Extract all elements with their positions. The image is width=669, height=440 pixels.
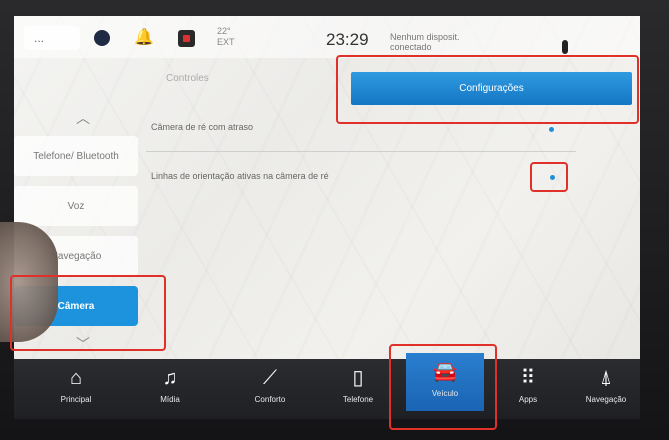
toggle-rear-camera-delay[interactable] — [549, 127, 554, 132]
onstar-icon[interactable] — [92, 28, 112, 48]
nav-apps[interactable]: ⠿ Apps — [498, 359, 558, 419]
nav-telefone[interactable]: ▯ Telefone — [328, 359, 388, 419]
nav-principal[interactable]: ⌂ Principal — [46, 359, 106, 419]
nav-label: Principal — [60, 395, 92, 404]
sidebar-item-label: Telefone/ Bluetooth — [33, 150, 119, 162]
home-icon: ⌂ — [69, 367, 83, 389]
tab-controles[interactable]: Controles — [166, 73, 209, 84]
nav-label: Mídia — [160, 395, 180, 404]
navigation-icon: ⍋ — [600, 367, 612, 389]
nav-label: Apps — [518, 395, 538, 404]
highlight-guidelines-toggle — [530, 162, 568, 192]
apps-grid-icon: ⠿ — [520, 367, 536, 389]
setting-guidelines[interactable]: Linhas de orientação ativas na câmera de… — [151, 171, 329, 181]
sidebar-item-label: Voz — [67, 200, 85, 212]
nav-midia[interactable]: ♫ Mídia — [140, 359, 200, 419]
bottom-nav: ⌂ Principal ♫ Mídia ⟋ Conforto ▯ Telefon… — [14, 353, 640, 419]
chevron-up-icon[interactable]: ︿ — [76, 108, 90, 128]
sidebar-item-label: Navegação — [50, 250, 102, 262]
highlight-settings — [336, 55, 639, 124]
bell-icon[interactable]: 🔔 — [134, 28, 154, 48]
clock: 23:29 — [326, 30, 369, 49]
temperature-unit: EXT — [217, 37, 235, 47]
status-bar: ... 🔔 22° EXT 23:29 Nenhum disposit. con… — [14, 16, 640, 58]
app-icon[interactable] — [176, 28, 196, 48]
nav-navegacao[interactable]: ⍋ Navegação — [574, 359, 638, 419]
back-button[interactable]: ... — [24, 26, 80, 50]
connected-device: Nenhum disposit. conectado — [390, 32, 460, 52]
nav-label: Navegação — [585, 395, 627, 404]
nav-label: Conforto — [254, 395, 286, 404]
music-note-icon: ♫ — [162, 367, 178, 389]
nav-label: Telefone — [342, 395, 374, 404]
phone-icon: ▯ — [352, 367, 364, 389]
microphone-icon[interactable] — [562, 40, 568, 54]
highlight-veiculo — [389, 344, 497, 430]
sidebar-item-telefone[interactable]: Telefone/ Bluetooth — [14, 136, 138, 176]
seat-icon: ⟋ — [263, 367, 277, 389]
nav-conforto[interactable]: ⟋ Conforto — [240, 359, 300, 419]
sidebar-item-voz[interactable]: Voz — [14, 186, 138, 226]
temperature-value: 22° — [217, 26, 231, 36]
highlight-camera — [10, 275, 166, 351]
temperature-readout: 22° EXT — [217, 26, 235, 48]
divider — [146, 151, 576, 152]
setting-rear-camera-delay[interactable]: Câmera de ré com atraso — [151, 122, 253, 132]
